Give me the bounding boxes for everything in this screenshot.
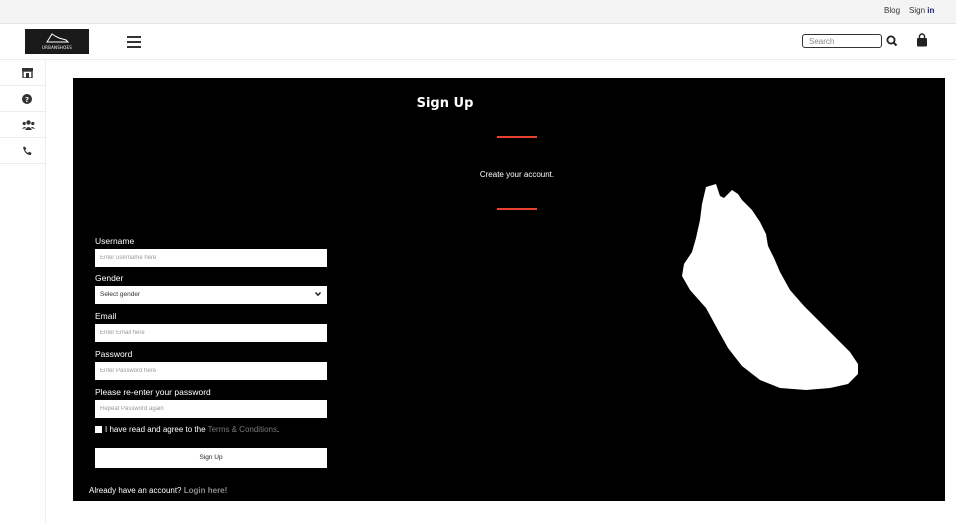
store-icon xyxy=(22,67,33,78)
page-title: Sign Up xyxy=(416,96,474,111)
email-input[interactable] xyxy=(95,324,327,342)
brand-logo[interactable]: URBANSHOES xyxy=(25,29,89,54)
terms-end: . xyxy=(276,425,280,434)
sign-in-prefix: Sign xyxy=(909,6,928,15)
shopping-bag-icon[interactable] xyxy=(916,33,928,47)
password-input[interactable] xyxy=(95,362,327,380)
gender-label: Gender xyxy=(95,273,124,283)
terms-text: I have read and agree to the Terms & Con… xyxy=(105,425,279,434)
users-icon xyxy=(22,119,35,130)
terms-checkbox[interactable] xyxy=(95,426,102,433)
title-divider xyxy=(497,136,537,138)
sidebar: ? xyxy=(0,60,46,523)
search-input[interactable] xyxy=(802,34,882,48)
email-label: Email xyxy=(95,311,117,321)
site-header: URBANSHOES xyxy=(0,24,956,60)
terms-prefix: I have read and agree to the xyxy=(105,425,208,434)
gender-select[interactable]: Select gender xyxy=(95,286,327,304)
signup-button[interactable]: Sign Up xyxy=(95,448,327,468)
gender-select-value: Select gender xyxy=(100,291,141,298)
logo-text: URBANSHOES xyxy=(42,45,72,50)
sidebar-item-store[interactable] xyxy=(0,60,46,86)
blog-link[interactable]: Blog xyxy=(884,6,900,15)
menu-icon[interactable] xyxy=(127,36,141,48)
chevron-down-icon xyxy=(314,291,322,297)
username-label: Username xyxy=(95,236,135,246)
shoe-logo-icon xyxy=(46,33,70,43)
subtitle-divider xyxy=(497,208,537,210)
login-prompt: Already have an account? Login here! xyxy=(89,486,227,495)
sign-in-bold: in xyxy=(927,6,935,15)
repassword-input[interactable] xyxy=(95,400,327,418)
page-subtitle: Create your account. xyxy=(479,170,555,179)
terms-link[interactable]: Terms & Conditions xyxy=(208,425,277,434)
login-link[interactable]: Login here! xyxy=(184,486,228,495)
repassword-label: Please re-enter your password xyxy=(95,387,211,397)
shoe-silhouette-image xyxy=(682,184,858,390)
username-input[interactable] xyxy=(95,249,327,267)
sign-in-link[interactable]: Sign in xyxy=(909,6,934,15)
phone-icon xyxy=(23,146,32,155)
login-prompt-text: Already have an account? xyxy=(89,486,184,495)
search-icon[interactable] xyxy=(886,34,898,48)
sidebar-item-users[interactable] xyxy=(0,112,46,138)
top-utility-bar: Blog Sign in xyxy=(0,0,956,24)
password-label: Password xyxy=(95,349,133,359)
sidebar-item-contact[interactable] xyxy=(0,138,46,164)
